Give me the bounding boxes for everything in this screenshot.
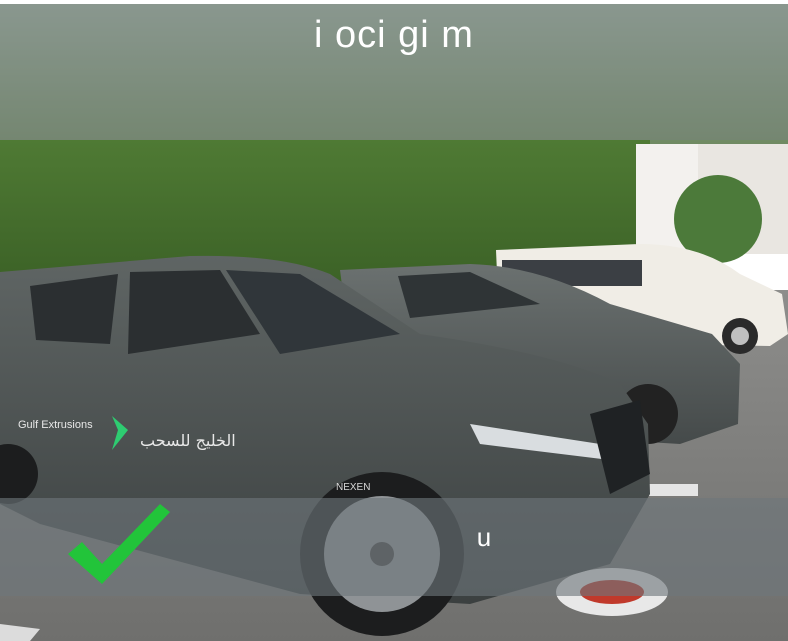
image-viewer: Gulf Extrusions الخليج للسحب NEXEN i oci… [0, 0, 788, 641]
checkmark-icon[interactable] [64, 498, 174, 588]
top-title: i oci gi m [314, 14, 474, 56]
tire-text: NEXEN [336, 482, 370, 493]
bottom-label: u [476, 522, 492, 552]
door-text-right: الخليج للسحب [140, 431, 236, 450]
door-text-left: Gulf Extrusions [18, 419, 93, 431]
